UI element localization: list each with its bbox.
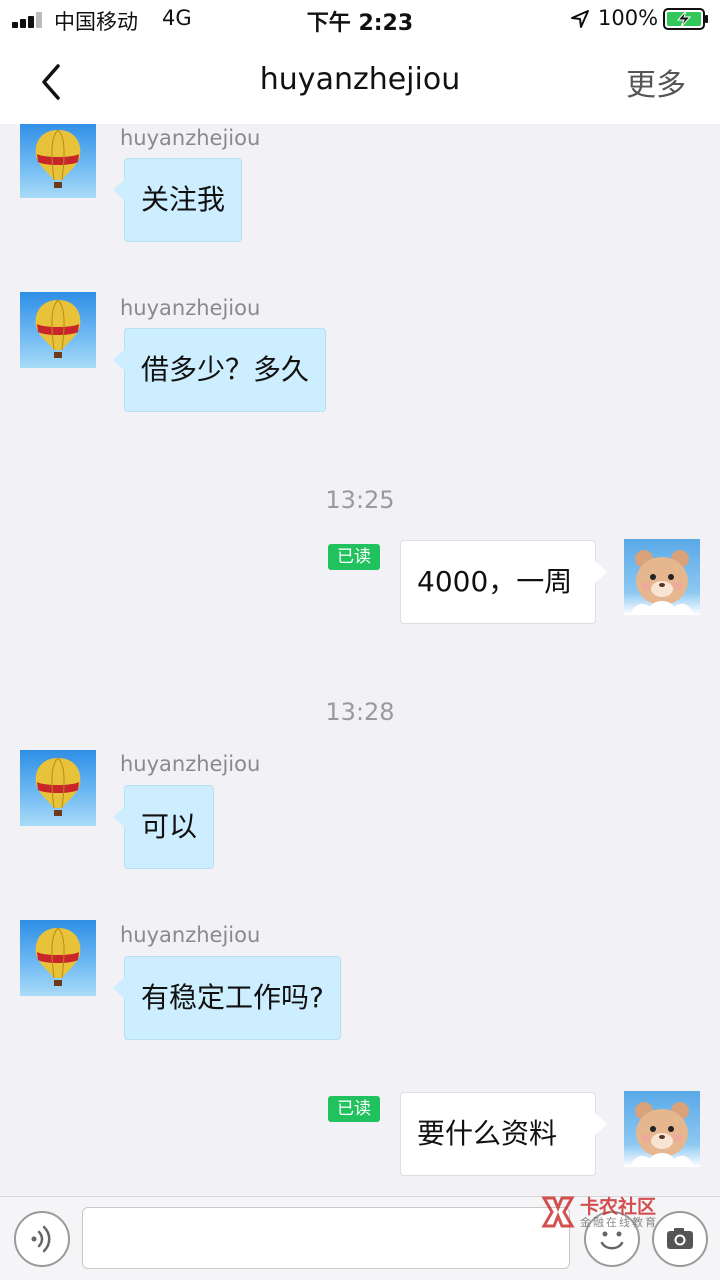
sender-name: huyanzhejiou [120,126,261,150]
outgoing-message-bubble[interactable]: 要什么资料 [400,1092,607,1176]
incoming-message-bubble[interactable]: 可以 [112,785,215,869]
voice-button[interactable] [14,1211,70,1267]
read-receipt-badge: 已读 [328,544,380,570]
battery-charging-icon [663,8,708,30]
hot-air-balloon-icon [35,299,81,358]
hot-air-balloon-icon [35,927,81,986]
contact-avatar[interactable] [20,292,96,368]
incoming-message-bubble[interactable]: 关注我 [112,158,243,242]
user-avatar[interactable] [624,1091,700,1167]
contact-avatar[interactable] [20,124,96,198]
nav-bar: huyanzhejiou 更多 [0,40,720,124]
bear-icon [630,1102,694,1167]
bear-icon [630,550,694,615]
status-bar: 中国移动 4G 下午 2:23 100% [0,0,720,40]
chat-screen: 中国移动 4G 下午 2:23 100% huyanzhejiou 更多 huy… [0,0,720,1280]
message-input[interactable] [82,1207,570,1269]
watermark-subtitle: 金融在线教育 [580,1216,658,1229]
contact-avatar[interactable] [20,750,96,826]
conversation-title: huyanzhejiou [259,62,461,97]
battery-percent: 100% [598,6,659,30]
incoming-message-bubble[interactable]: 有稳定工作吗? [113,956,341,1040]
contact-avatar[interactable] [20,920,96,996]
more-button[interactable]: 更多 [626,60,686,104]
read-receipt-badge: 已读 [328,1096,380,1122]
incoming-message-bubble[interactable]: 借多少？多久 [112,328,327,412]
message-timestamp: 13:25 [325,486,395,514]
sender-name: huyanzhejiou [120,296,261,320]
outgoing-message-bubble[interactable]: 4000，一周 [400,540,607,624]
location-arrow-icon [571,10,589,28]
hot-air-balloon-icon [35,757,81,816]
sender-name: huyanzhejiou [120,923,261,947]
message-list[interactable]: huyanzhejiou 关注我 huyanzhejiou 借多少？多久 13:… [0,124,720,1196]
user-avatar[interactable] [624,539,700,615]
watermark-logo-icon [541,1196,575,1228]
message-timestamp: 13:28 [325,698,395,726]
hot-air-balloon-icon [35,129,81,188]
voice-wave-icon [31,1225,51,1253]
site-watermark: 卡农社区 金融在线教育 [540,1192,720,1232]
sender-name: huyanzhejiou [120,752,261,776]
